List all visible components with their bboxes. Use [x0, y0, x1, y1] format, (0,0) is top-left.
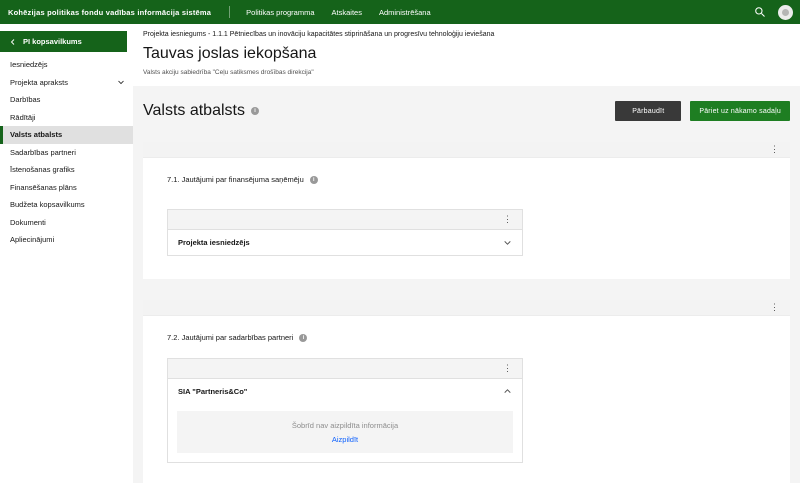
page-header: Projekta iesniegums - 1.1.1 Pētniecības … — [133, 24, 800, 86]
question-card-7-2: ⋮ 7.2. Jautājumi par sadarbības partneri… — [143, 300, 790, 483]
chevron-down-icon — [117, 78, 125, 86]
card-toolbar: ⋮ — [143, 300, 790, 316]
empty-state: Šobrīd nav aizpildīta informācija Aizpil… — [177, 411, 513, 453]
chevron-down-icon — [503, 238, 512, 247]
sidebar-item-darbibas[interactable]: Darbības — [0, 91, 133, 109]
info-icon[interactable]: i — [251, 107, 259, 115]
top-nav-politikas-programma[interactable]: Politikas programma — [246, 8, 314, 17]
app-title: Kohēzijas politikas fondu vadības inform… — [8, 8, 211, 17]
question-label-wrap: 7.2. Jautājumi par sadarbības partneri i — [167, 333, 766, 342]
fill-link[interactable]: Aizpildīt — [332, 435, 358, 444]
sidebar-item-label: Īstenošanas grafiks — [10, 165, 75, 174]
sidebar-item-istenosanas-grafiks[interactable]: Īstenošanas grafiks — [0, 161, 133, 179]
sidebar-item-label: Dokumenti — [10, 218, 46, 227]
sidebar-item-dokumenti[interactable]: Dokumenti — [0, 214, 133, 232]
section-title-wrap: Valsts atbalsts i — [143, 102, 259, 120]
overflow-menu-icon[interactable]: ⋮ — [501, 215, 514, 224]
sidebar-back-label: PI kopsavilkums — [23, 37, 82, 46]
sidebar-item-label: Iesniedzējs — [10, 60, 48, 69]
card-body: 7.2. Jautājumi par sadarbības partneri i… — [143, 316, 790, 483]
accordion-content: Šobrīd nav aizpildīta informācija Aizpil… — [168, 404, 522, 462]
sidebar-item-label: Apliecinājumi — [10, 235, 54, 244]
sidebar-item-finansesanas-plans[interactable]: Finansēšanas plāns — [0, 179, 133, 197]
next-section-button[interactable]: Pāriet uz nākamo sadaļu — [690, 101, 790, 121]
accordion-projekta-iesniedzejs[interactable]: Projekta iesniedzējs — [168, 230, 522, 255]
sidebar-item-raditaji[interactable]: Rādītāji — [0, 109, 133, 127]
sidebar-item-label: Sadarbības partneri — [10, 148, 76, 157]
breadcrumb: Projekta iesniegums - 1.1.1 Pētniecības … — [143, 31, 790, 38]
question-label-wrap: 7.1. Jautājumi par finansējuma saņēmēju … — [167, 175, 766, 184]
panel-toolbar: ⋮ — [168, 359, 522, 379]
sidebar-nav: Iesniedzējs Projekta apraksts Darbības R… — [0, 56, 133, 249]
card-body: 7.1. Jautājumi par finansējuma saņēmēju … — [143, 158, 790, 279]
section-header-row: Valsts atbalsts i Pārbaudīt Pāriet uz nā… — [143, 101, 790, 121]
sidebar-item-valsts-atbalsts[interactable]: Valsts atbalsts — [0, 126, 133, 144]
check-button[interactable]: Pārbaudīt — [615, 101, 681, 121]
section-actions: Pārbaudīt Pāriet uz nākamo sadaļu — [615, 101, 790, 121]
overflow-menu-icon[interactable]: ⋮ — [501, 364, 514, 373]
search-button[interactable] — [752, 4, 768, 20]
question-label: 7.2. Jautājumi par sadarbības partneri — [167, 333, 293, 342]
sidebar-item-label: Darbības — [10, 95, 40, 104]
overflow-menu-icon[interactable]: ⋮ — [768, 303, 781, 312]
sidebar-item-label: Finansēšanas plāns — [10, 183, 77, 192]
sidebar-item-label: Rādītāji — [10, 113, 35, 122]
sidebar-item-label: Budžeta kopsavilkums — [10, 200, 85, 209]
empty-state-text: Šobrīd nav aizpildīta informācija — [292, 421, 398, 430]
user-avatar[interactable] — [778, 5, 793, 20]
panel-toolbar: ⋮ — [168, 210, 522, 230]
top-nav-atskaites[interactable]: Atskaites — [332, 8, 362, 17]
section-title: Valsts atbalsts — [143, 102, 245, 120]
accordion-label: SIA "Partneris&Co" — [178, 387, 247, 396]
sidebar-item-budzeta-kopsavilkums[interactable]: Budžeta kopsavilkums — [0, 196, 133, 214]
user-icon — [782, 9, 789, 16]
accordion-label: Projekta iesniedzējs — [178, 238, 250, 247]
search-icon — [754, 6, 766, 18]
sidebar-item-apliecinajumi[interactable]: Apliecinājumi — [0, 231, 133, 249]
sidebar: PI kopsavilkums Iesniedzējs Projekta apr… — [0, 24, 133, 483]
header-divider — [229, 6, 230, 18]
main-area: Projekta iesniegums - 1.1.1 Pētniecības … — [133, 24, 800, 483]
page-subtitle: Valsts akciju sabiedrība "Ceļu satiksmes… — [143, 69, 790, 76]
app-root: Kohēzijas politikas fondu vadības inform… — [0, 0, 800, 483]
accordion-partneris[interactable]: SIA "Partneris&Co" — [168, 379, 522, 404]
card-toolbar: ⋮ — [143, 142, 790, 158]
answers-panel: ⋮ SIA "Partneris&Co" Šobrīd nav aizpildī… — [167, 358, 523, 463]
sidebar-item-iesniedzejs[interactable]: Iesniedzējs — [0, 56, 133, 74]
sidebar-back-button[interactable]: PI kopsavilkums — [0, 31, 127, 52]
chevron-left-icon — [9, 38, 17, 46]
sidebar-item-sadarbibas-partneri[interactable]: Sadarbības partneri — [0, 144, 133, 162]
info-icon[interactable]: i — [310, 176, 318, 184]
answers-panel: ⋮ Projekta iesniedzējs — [167, 209, 523, 256]
content-area: Valsts atbalsts i Pārbaudīt Pāriet uz nā… — [133, 86, 800, 483]
question-card-7-1: ⋮ 7.1. Jautājumi par finansējuma saņēmēj… — [143, 142, 790, 279]
overflow-menu-icon[interactable]: ⋮ — [768, 145, 781, 154]
sidebar-item-label: Valsts atbalsts — [10, 130, 62, 139]
page-title: Tauvas joslas iekopšana — [143, 45, 790, 63]
sidebar-item-label: Projekta apraksts — [10, 78, 68, 87]
top-header: Kohēzijas politikas fondu vadības inform… — [0, 0, 800, 24]
info-icon[interactable]: i — [299, 334, 307, 342]
top-nav: Politikas programma Atskaites Administrē… — [246, 8, 431, 17]
question-label: 7.1. Jautājumi par finansējuma saņēmēju — [167, 175, 304, 184]
sidebar-item-projekta-apraksts[interactable]: Projekta apraksts — [0, 74, 133, 92]
top-nav-administresana[interactable]: Administrēšana — [379, 8, 431, 17]
chevron-up-icon — [503, 387, 512, 396]
